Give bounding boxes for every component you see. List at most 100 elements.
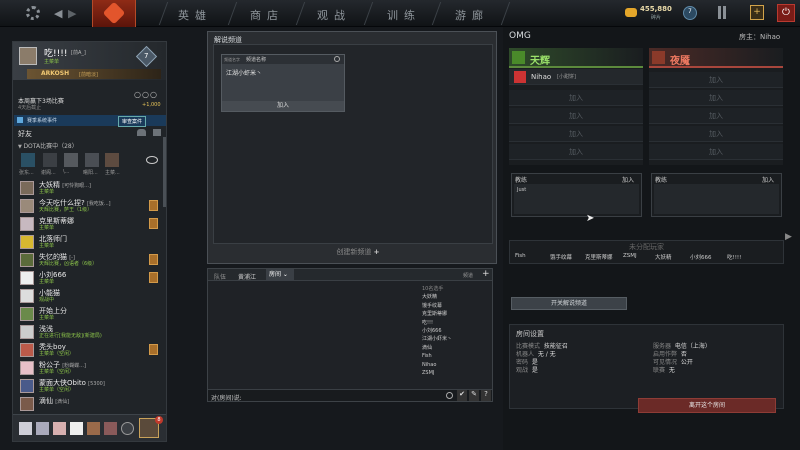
quick-avatar[interactable] — [70, 422, 83, 435]
unassigned-player[interactable]: 克里斯蒂娜 — [585, 253, 613, 261]
profile-avatar[interactable] — [19, 47, 37, 65]
channel-name-input[interactable]: 频道名称 — [246, 56, 266, 63]
quick-avatar[interactable] — [53, 422, 66, 435]
emote-icon[interactable]: ✎ — [469, 390, 479, 401]
unassigned-player[interactable]: 大妖精 — [655, 253, 672, 261]
create-channel-button[interactable]: 创建新频道 + — [318, 247, 398, 259]
weekly-challenge[interactable]: 本周赢下3场比赛 4天后截止 ○○○ +1,000 — [18, 90, 163, 114]
power-button[interactable]: ⏻ — [777, 4, 795, 22]
coins-icon — [625, 8, 637, 17]
member-item[interactable]: Fish — [422, 352, 492, 360]
review-case-button[interactable]: 审查案件 — [118, 116, 147, 127]
friend-row[interactable]: 粉公子 [粉蝴蝶...] 主菜单（空闲） — [16, 360, 161, 376]
member-item[interactable]: 滴仙 — [422, 344, 492, 352]
friend-row[interactable]: 北落师门 主菜单 — [16, 234, 161, 250]
member-item[interactable]: Nihao — [422, 361, 492, 369]
coach-name[interactable]: Just — [517, 187, 526, 193]
leave-lobby-button[interactable]: 离开这个房间 — [638, 398, 776, 413]
radiant-join-slot[interactable]: 加入 — [509, 144, 643, 160]
coach-join-button[interactable]: 加入 — [762, 175, 774, 184]
channel-entry[interactable]: 江湖小虾米丶 — [226, 68, 262, 77]
dire-join-slot[interactable]: 加入 — [649, 144, 783, 160]
friend-row[interactable]: 今天吃什么捏? [我吃饭...] 天辉比赛，萨王（1级） — [16, 198, 161, 214]
nav-watch[interactable]: 观战 — [317, 7, 351, 23]
friend-row[interactable]: 滴仙 [滴仙] — [16, 396, 161, 412]
add-friend-icon[interactable] — [137, 129, 146, 136]
member-item[interactable]: 饿手纹幕 — [422, 302, 492, 310]
radiant-slot-player[interactable]: Nihao [小甜饼] — [509, 69, 643, 85]
help-icon[interactable]: ? — [481, 390, 491, 401]
unassigned-player[interactable]: 吃!!!! — [727, 253, 741, 261]
dire-join-slot[interactable]: 加入 — [649, 108, 783, 124]
chat-input[interactable] — [246, 392, 441, 400]
channel-join-button[interactable]: 加入 — [222, 101, 344, 111]
nav-heroes[interactable]: 英雄 — [178, 7, 212, 23]
friends-title: 好友 — [18, 130, 32, 138]
nav-store[interactable]: 商店 — [250, 7, 284, 23]
chat-tab-team[interactable]: 队伍 — [214, 272, 226, 281]
cursor-icon: ➤ — [586, 213, 595, 224]
tools-icon[interactable] — [718, 6, 721, 19]
member-item[interactable]: 大妖精 — [422, 293, 492, 301]
send-check-icon[interactable]: ✔ — [457, 390, 467, 401]
friend-avatar — [20, 343, 34, 357]
coach-join-button[interactable]: 加入 — [622, 175, 634, 184]
radiant-join-slot[interactable]: 加入 — [509, 126, 643, 142]
plus-shield-icon[interactable]: + — [750, 5, 764, 20]
dire-join-slot[interactable]: 加入 — [649, 126, 783, 142]
unassigned-player[interactable]: Fish — [515, 253, 526, 259]
party-avatar[interactable] — [21, 153, 35, 167]
group-header[interactable]: ▼ DOTA比赛中（28） — [18, 141, 158, 150]
radiant-join-slot[interactable]: 加入 — [509, 108, 643, 124]
quick-avatar[interactable] — [104, 422, 117, 435]
add-channel-icon[interactable]: + — [482, 269, 490, 279]
quick-avatar[interactable] — [87, 422, 100, 435]
friend-row[interactable]: 浅浅 正在进行[我能无敌](新建局) — [16, 324, 161, 340]
back-arrow-icon[interactable]: ◀ — [54, 7, 62, 20]
eye-icon[interactable] — [146, 156, 158, 164]
party-avatar[interactable] — [64, 153, 78, 167]
party-avatar[interactable] — [85, 153, 99, 167]
quick-avatar[interactable] — [36, 422, 49, 435]
scrollbar[interactable] — [163, 137, 166, 207]
friend-row[interactable]: 克里斯蒂娜 主菜单 — [16, 216, 161, 232]
friend-row[interactable]: 失忆的猫 [-] 天辉比赛，凶语者（6级） — [16, 252, 161, 268]
friend-settings-icon[interactable] — [153, 129, 161, 136]
rank-badge-icon — [149, 254, 158, 265]
forward-arrow-icon[interactable]: ▶ — [68, 7, 76, 20]
globe-icon[interactable] — [446, 392, 453, 399]
dire-coach-box: 教练 加入 — [651, 173, 782, 217]
chat-tab-room[interactable]: 房间 ⌄ — [266, 269, 294, 281]
party-avatar[interactable] — [105, 153, 119, 167]
friend-row[interactable]: 蒙面大侠Obito [5300] 主菜单（空闲） — [16, 378, 161, 394]
friend-status: 主菜单 — [39, 189, 55, 195]
friend-row[interactable]: 大妖精 [可怜狗眼...] 主菜单 — [16, 180, 161, 196]
nav-learn[interactable]: 训练 — [387, 7, 421, 23]
member-item[interactable]: 吃!!! — [422, 319, 492, 327]
unassigned-player[interactable]: ZSMJ — [623, 253, 637, 259]
friend-row[interactable]: 秃头boy 主菜单（空闲） — [16, 342, 161, 358]
unassigned-player[interactable]: 小刘666 — [690, 253, 712, 261]
coach-label: 教练 — [515, 177, 528, 184]
quick-avatar[interactable] — [19, 422, 32, 435]
search-icon[interactable] — [334, 56, 340, 62]
unassigned-player[interactable]: 饿手纹幕 — [550, 253, 572, 261]
member-item[interactable]: ZSMJ — [422, 369, 492, 377]
chat-tab-huangpu[interactable]: 黄浦江 — [238, 272, 256, 281]
nav-arcade[interactable]: 游廊 — [455, 7, 489, 23]
member-item[interactable]: 克里斯蒂娜 — [422, 310, 492, 318]
dire-join-slot[interactable]: 加入 — [649, 90, 783, 106]
member-item[interactable]: 江湖小虾米丶 — [422, 335, 492, 343]
dota-logo-button[interactable] — [92, 0, 136, 27]
toggle-broadcast-button[interactable]: 开关解说频道 — [511, 297, 627, 310]
expand-arrow-icon[interactable]: ▶ — [785, 232, 792, 242]
friend-row[interactable]: 小能猫 观战中 — [16, 288, 161, 304]
steam-icon[interactable] — [121, 422, 134, 435]
member-item[interactable]: 小刘666 — [422, 327, 492, 335]
dire-join-slot[interactable]: 加入 — [649, 72, 783, 88]
friend-row[interactable]: 小刘666 主菜单 — [16, 270, 161, 286]
party-avatar[interactable] — [43, 153, 57, 167]
radiant-join-slot[interactable]: 加入 — [509, 90, 643, 106]
settings-gear-icon[interactable] — [26, 6, 40, 20]
friend-row[interactable]: 开始上分 主菜单 — [16, 306, 161, 322]
